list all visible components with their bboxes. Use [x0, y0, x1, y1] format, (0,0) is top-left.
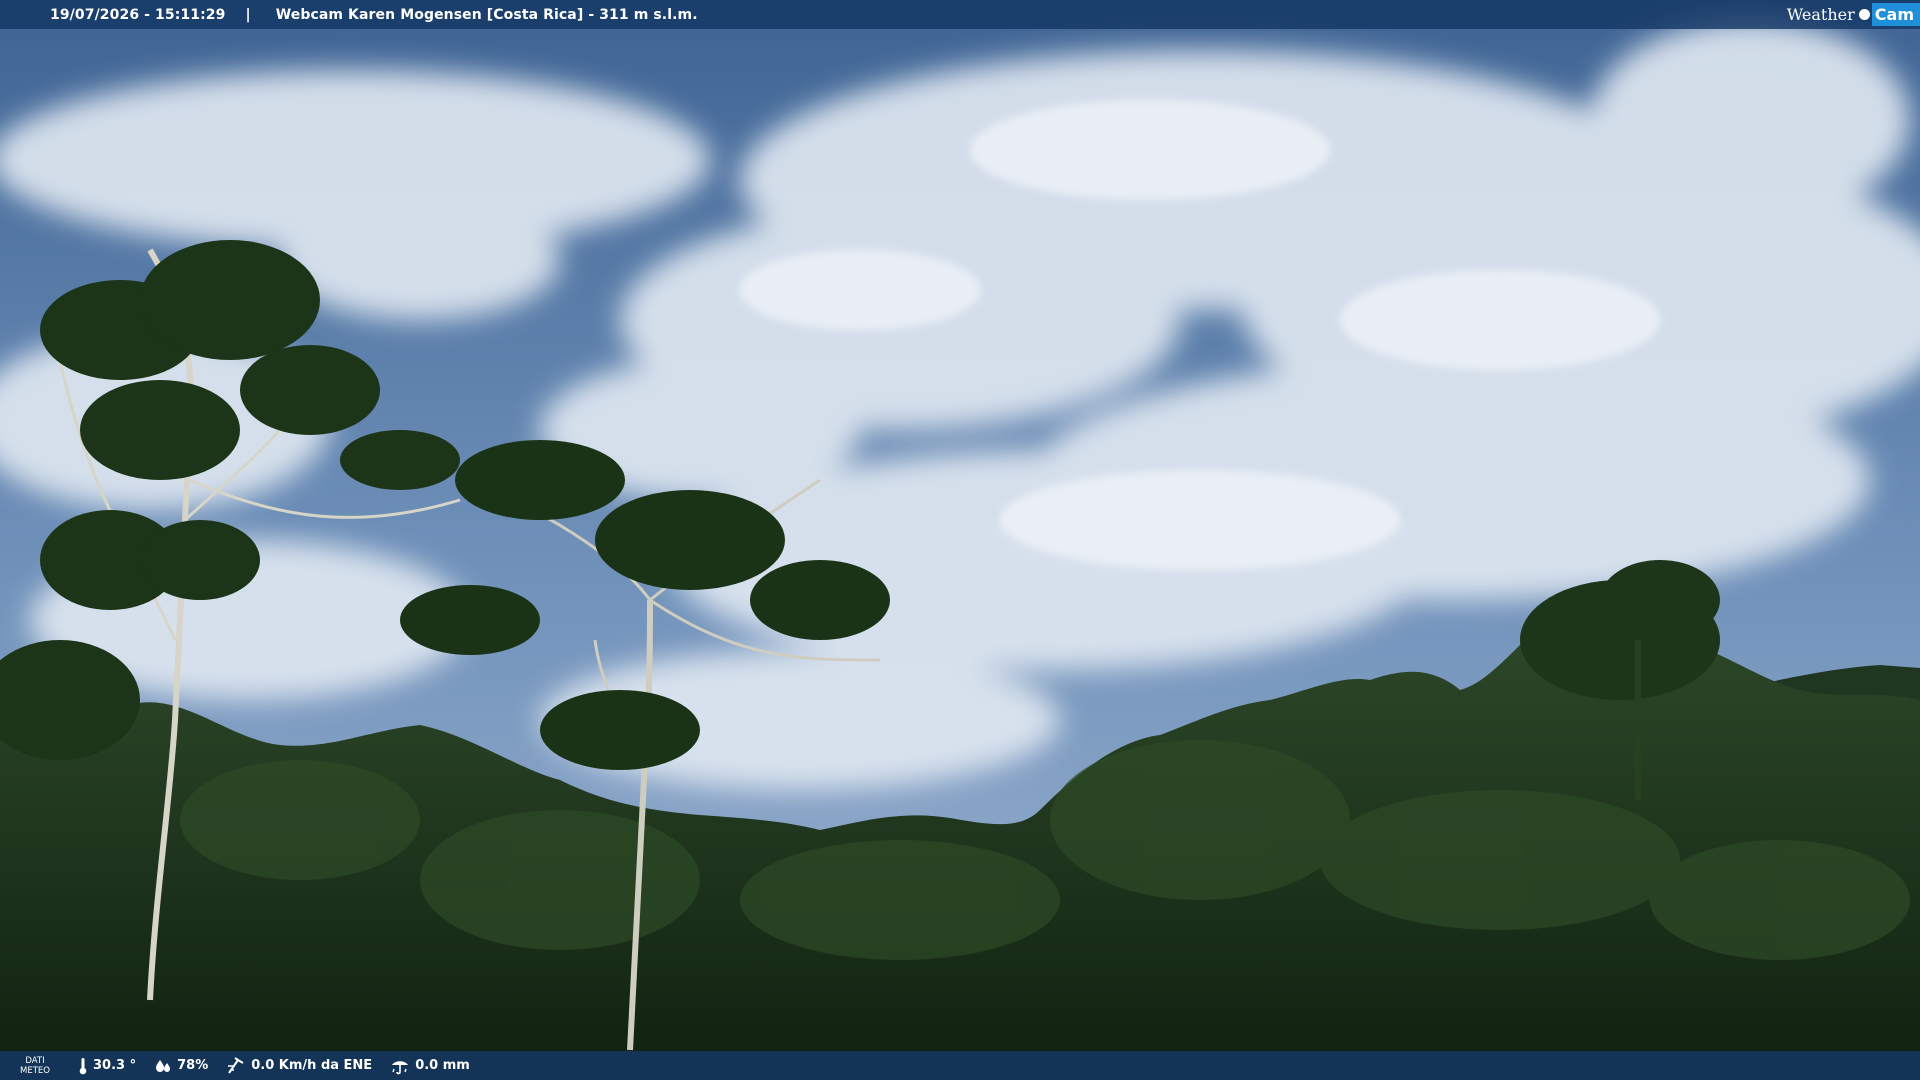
rain-gauge-icon [392, 1060, 409, 1074]
weather-data-bar: DATI METEO 30.3 ° 78% 0.0 Km/h da ENE 0.… [0, 1051, 1920, 1080]
humidity-reading: 78% [154, 1058, 208, 1074]
temperature-reading: 30.3 ° [78, 1057, 136, 1075]
webcam-scene [0, 0, 1920, 1080]
weathercam-logo: Weather Cam [1787, 0, 1920, 29]
logo-cam-text: Cam [1871, 3, 1920, 26]
temperature-value: 30.3 ° [93, 1058, 137, 1073]
wind-icon [228, 1056, 244, 1074]
wind-reading: 0.0 Km/h da ENE [226, 1056, 373, 1075]
logo-weather-text: Weather [1786, 5, 1855, 24]
top-info-bar: 19/07/2026 - 15:11:29 | Webcam Karen Mog… [0, 0, 1920, 29]
humidity-value: 78% [177, 1058, 209, 1073]
humidity-drops-icon [156, 1059, 171, 1072]
rain-value: 0.0 mm [415, 1058, 470, 1073]
timestamp: 19/07/2026 - 15:11:29 [50, 6, 226, 23]
webcam-title: Webcam Karen Mogensen [Costa Rica] - 311… [275, 6, 698, 23]
rain-reading: 0.0 mm [390, 1057, 470, 1075]
separator: | [245, 6, 251, 23]
thermometer-icon [79, 1057, 87, 1074]
wind-value: 0.0 Km/h da ENE [251, 1058, 373, 1073]
dati-meteo-label: DATI METEO [20, 1055, 50, 1076]
logo-dot-icon [1858, 9, 1870, 20]
